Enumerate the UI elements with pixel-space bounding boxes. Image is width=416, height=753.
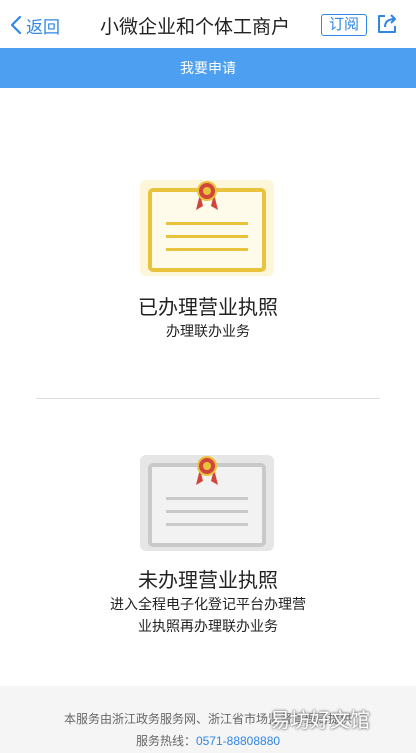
option-unlicensed-desc-line1: 进入全程电子化登记平台办理营 [110, 596, 306, 612]
option-licensed-desc: 办理联办业务 [166, 323, 250, 339]
divider [36, 398, 380, 399]
nav-bar: 返回 小微企业和个体工商户 订阅 [0, 0, 416, 48]
option-unlicensed[interactable]: 未办理营业执照 进入全程电子化登记平台办理营 业执照再办理联办业务 [0, 455, 416, 640]
page-title: 小微企业和个体工商户 [100, 17, 291, 38]
option-unlicensed-desc-line2: 业执照再办理联办业务 [138, 618, 278, 634]
option-licensed[interactable]: 已办理营业执照 办理联办业务 [0, 180, 416, 345]
share-button[interactable] [376, 13, 398, 35]
back-label: 返回 [26, 17, 60, 37]
subscribe-button[interactable]: 订阅 [321, 14, 367, 36]
share-icon [378, 14, 396, 33]
watermark: 易坊好文馆 [270, 710, 370, 732]
footer-hotline: 服务热线：0571-88808880 [0, 732, 416, 749]
option-unlicensed-title: 未办理营业执照 [138, 570, 278, 592]
hotline-number[interactable]: 0571-88808880 [196, 734, 280, 748]
apply-bar[interactable]: 我要申请 [0, 48, 416, 88]
certificate-gray-icon [140, 455, 274, 551]
certificate-gold-icon [140, 180, 274, 276]
hotline-label: 服务热线： [135, 734, 196, 748]
chevron-left-icon [10, 15, 22, 35]
option-licensed-title: 已办理营业执照 [138, 297, 278, 319]
back-button[interactable]: 返回 [10, 13, 60, 37]
